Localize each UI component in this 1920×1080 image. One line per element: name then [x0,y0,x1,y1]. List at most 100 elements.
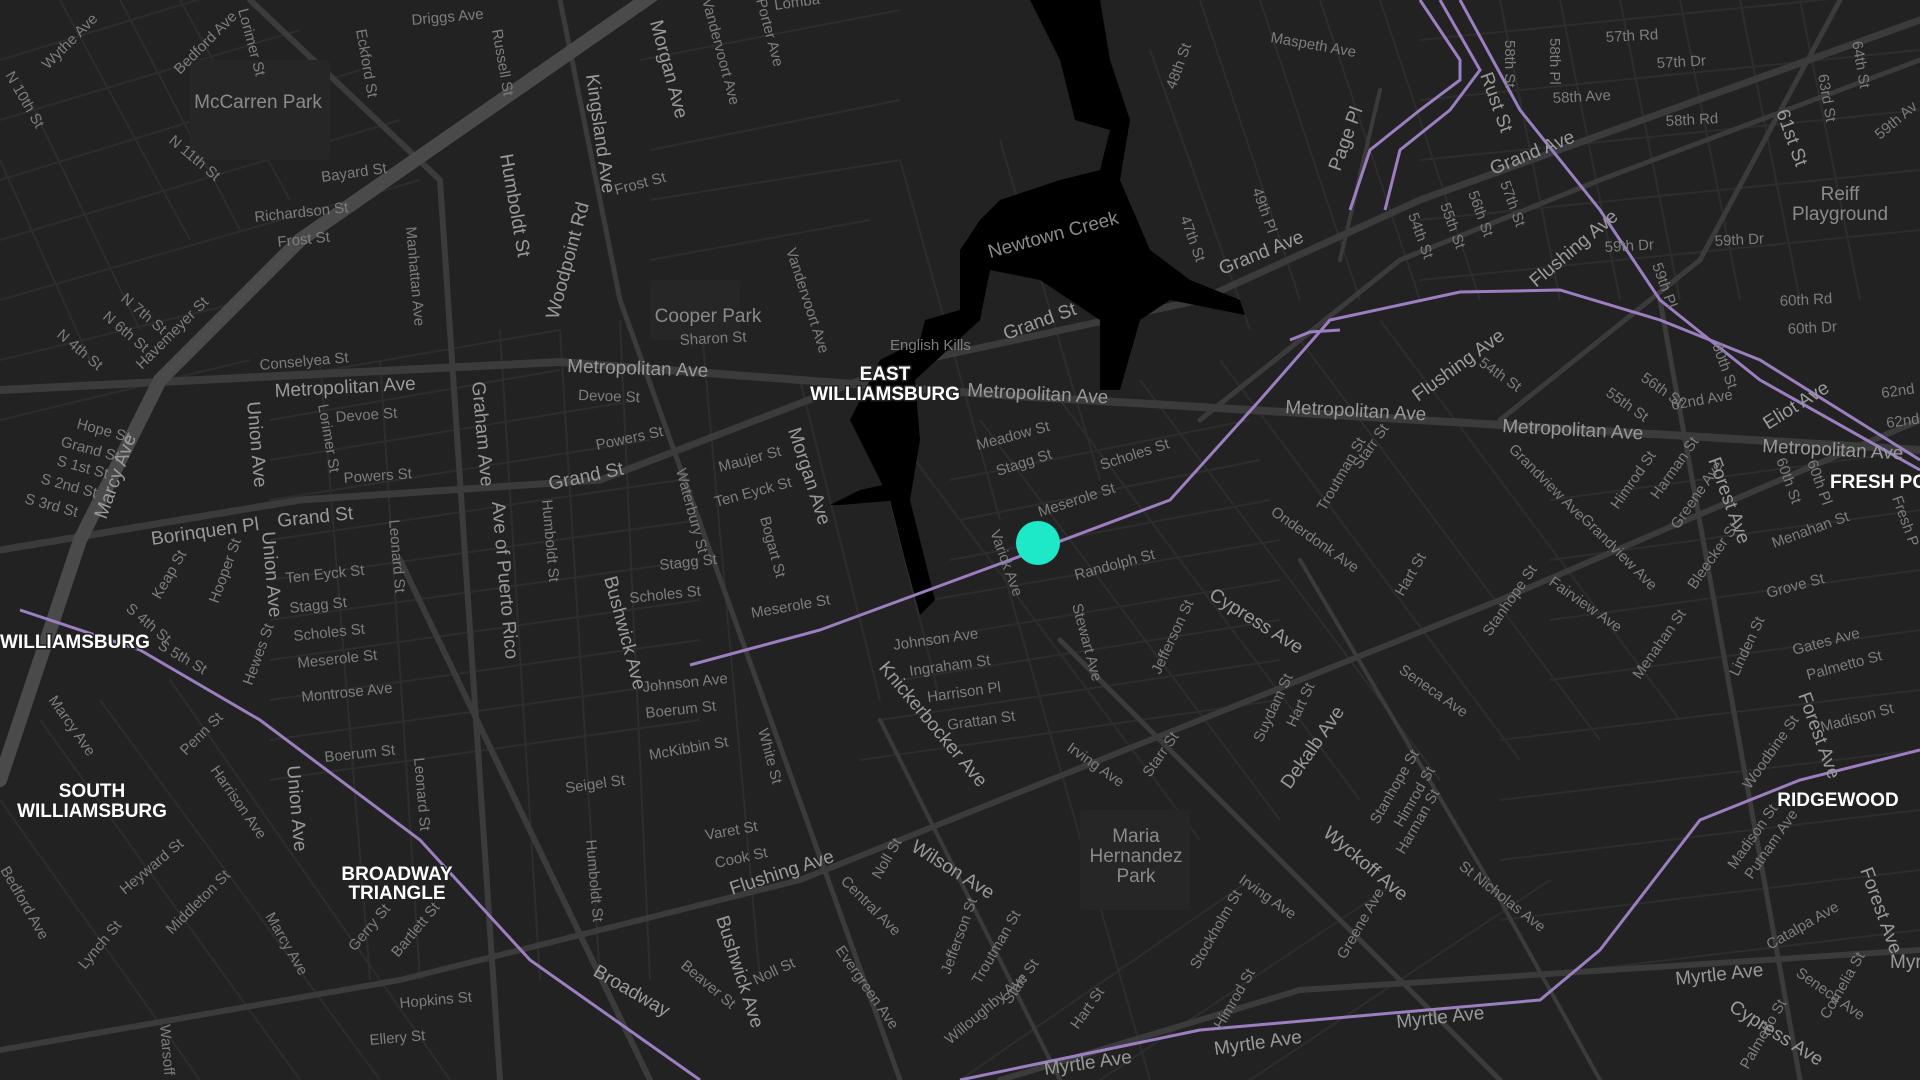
street-myrtle-5: Myrt [1890,952,1920,973]
street-meserole-2: Meserole St [750,591,833,622]
street-62nd-b: 62nd [1885,410,1920,431]
street-frost-1: Frost St [277,228,332,250]
street-map[interactable]: Newtown Creek English Kills EAST WILLIAM… [0,0,1920,1080]
street-varet: Varet St [704,818,760,844]
street-58th: 58th St [1501,40,1518,88]
street-wilson: Wilson Ave [907,836,998,903]
park-reiff-2: Playground [1792,204,1888,225]
park-maria-3: Park [1116,866,1156,887]
street-bedford-2: Bedford Ave [0,864,52,943]
street-heyward: Heyward St [117,835,188,898]
street-grattan: Grattan St [946,707,1017,733]
street-stockholm: Stockholm St [1187,886,1246,972]
street-forest-2: Forest Ave [1793,690,1844,782]
street-seigel: Seigel St [564,772,627,797]
street-s5: S 5th St [155,637,210,679]
street-59th-pl: 59th Pl [1648,261,1680,311]
street-myrtle-2: Myrtle Ave [1213,1027,1303,1060]
street-onderdonk: Onderdonk Ave [1268,503,1362,576]
street-scholes-2: Scholes St [629,582,703,606]
street-grand-1: Grand St [276,503,355,532]
street-stanhope-1: Stanhope St [1479,561,1541,639]
street-fresh-pond-rd: Fresh P [1888,494,1920,549]
street-scholes-1: Scholes St [293,620,367,644]
street-woodbine: Woodbine St [1739,712,1803,793]
neighborhood-east-williamsburg-2: WILLIAMSBURG [810,384,960,405]
street-n10: N 10th St [2,69,48,132]
street-58th-ave: 58th Ave [1552,87,1611,107]
street-60th-rd: 60th Rd [1779,290,1832,310]
street-62nd: 62nd [1880,380,1915,401]
street-warsoff: Warsoff [156,1024,177,1077]
street-60th: 60th St [1708,341,1741,392]
park-maria-1: Maria [1112,826,1160,847]
neighborhood-williamsburg: WILLIAMSBURG [0,632,150,653]
street-powers-1: Powers St [343,465,413,487]
park-cooper: Cooper Park [655,306,762,327]
street-devoe-2: Devoe St [578,387,641,406]
street-wyckoff: Wyckoff Ave [1319,823,1412,906]
location-pin-icon[interactable] [1016,521,1060,565]
street-sharon: Sharon St [679,328,747,349]
street-hewes: Hewes St [240,620,278,687]
street-metropolitan-3: Metropolitan Ave [967,380,1109,408]
street-ingraham: Ingraham St [908,652,992,680]
park-maria-2: Hernandez [1090,846,1183,867]
street-59th-dr-b: 59th Dr [1714,230,1764,250]
neighborhood-ridgewood: RIDGEWOOD [1777,790,1898,811]
street-ten-eyck-1: Ten Eyck St [713,474,795,511]
street-ellery: Ellery St [369,1027,427,1049]
street-union-2: Union Ave [257,531,285,619]
street-noll-1: Noll St [869,835,906,882]
neighborhood-east-williamsburg-1: EAST [860,364,911,385]
street-humboldt-1: Humboldt St [495,152,534,259]
street-eckford: Eckford St [352,28,381,100]
street-linden: Linden St [1726,613,1769,678]
street-meserole-3: Meserole St [1036,480,1118,521]
street-russell: Russell St [488,28,517,98]
street-ave-pr: Ave of Puerto Rico [487,501,522,660]
street-waterbury: Waterbury St [672,467,711,556]
street-maujer: Maujer St [717,443,784,476]
street-metropolitan-4: Metropolitan Ave [1285,397,1427,425]
street-evergreen: Evergreen Ave [832,943,902,1033]
canal-label: English Kills [890,337,971,354]
street-vandervoort-1: Vandervoort Ave [698,0,743,107]
street-metropolitan-2: Metropolitan Ave [567,356,709,382]
street-56th-b: 56th St [1638,369,1687,411]
map-labels: Newtown Creek English Kills EAST WILLIAM… [0,0,1920,1080]
street-grove: Grove St [1765,570,1827,602]
street-58th-pl: 58th Pl [1546,38,1563,85]
street-bleecker: Bleecker St [1684,519,1742,592]
street-gates: Gates Ave [1791,625,1862,659]
street-hart-2: Hart St [1392,549,1430,599]
street-hooper: Hooper St [206,535,245,605]
street-fairview: Fairview Ave [1546,573,1625,636]
street-jefferson-2: Jefferson St [938,895,982,977]
street-n4: N 4th St [53,326,106,374]
street-woodpoint: Woodpoint Rd [543,200,594,321]
street-troutman-1: Troutman St [1314,434,1370,514]
street-menahan-1: Menahan St [1629,606,1690,683]
street-hopkins: Hopkins St [399,989,474,1012]
street-morgan-1: Morgan Ave [645,18,691,121]
street-grandview-1: Grandview Ave [1505,441,1588,524]
street-gerry: Gerry St [345,900,394,954]
neighborhood-broadway-triangle-1: BROADWAY [341,864,453,885]
street-marcy-1: Marcy Ave [45,693,99,760]
street-randolph: Randolph St [1073,546,1158,584]
street-57th-rd: 57th Rd [1605,26,1658,46]
street-morgan-2: Morgan Ave [783,425,834,528]
street-58th-rd: 58th Rd [1665,110,1718,130]
street-54th-b: 54th St [1476,354,1525,396]
map-canvas[interactable]: Newtown Creek English Kills EAST WILLIAM… [0,0,1920,1080]
street-myrtle-3: Myrtle Ave [1395,1003,1485,1033]
street-madison-1: Madison St [1819,700,1897,736]
street-manhattan-1: Manhattan Ave [402,226,428,327]
street-frost-2: Frost St [613,169,669,199]
street-stagg-2: Stagg St [659,551,719,574]
street-mckibbin: McKibbin St [648,733,731,764]
neighborhood-fresh-pond: FRESH PO [1830,472,1920,493]
park-reiff-1: Reiff [1821,184,1860,205]
street-grand-ave-2: Grand Ave [1487,127,1578,180]
